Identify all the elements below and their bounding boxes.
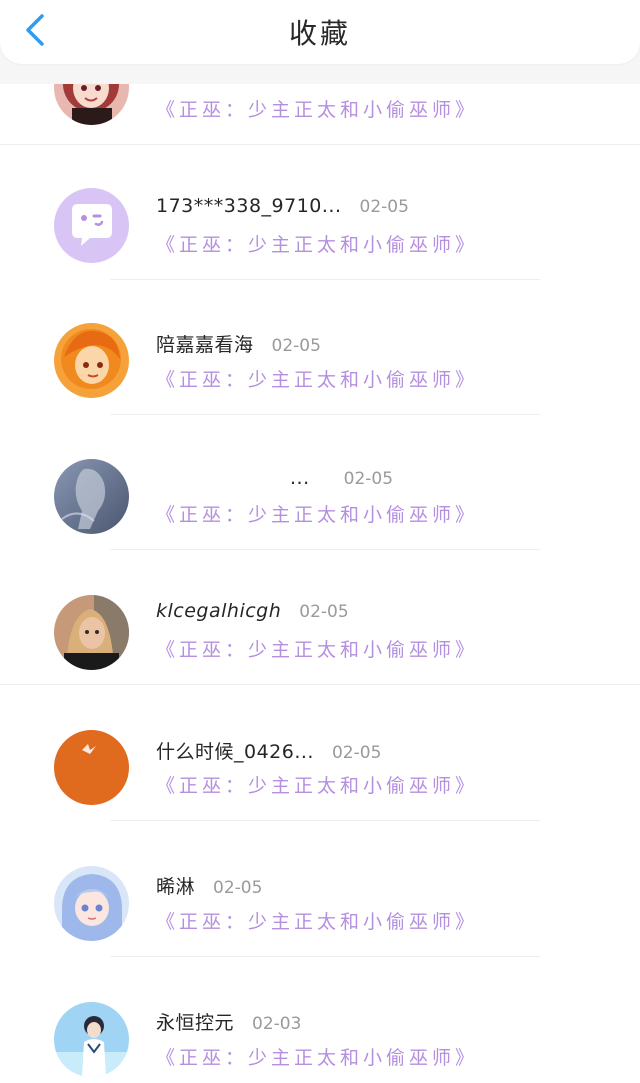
- list-item[interactable]: ... 02-05 《正巫：少主正太和小偷巫师》: [0, 415, 640, 550]
- avatar[interactable]: [54, 188, 129, 263]
- item-meta: 什么时候_0426... 02-05: [156, 737, 381, 764]
- user-name[interactable]: 173***338_9710...: [156, 195, 342, 217]
- avatar[interactable]: [54, 323, 129, 398]
- book-title-link[interactable]: 《正巫：少主正太和小偷巫师》: [156, 365, 478, 392]
- avatar[interactable]: [54, 1002, 129, 1077]
- divider: [0, 684, 640, 685]
- item-meta: ... 02-05: [290, 467, 393, 489]
- favorites-list: 《正巫：少主正太和小偷巫师》 173***338_9710... 02-05 《正…: [0, 0, 640, 1083]
- user-name[interactable]: 晞淋: [156, 876, 195, 898]
- book-title-link[interactable]: 《正巫：少主正太和小偷巫师》: [156, 95, 478, 122]
- user-name[interactable]: 永恒控元: [156, 1012, 234, 1034]
- header: 收藏: [0, 0, 640, 84]
- header-card: 收藏: [0, 0, 640, 64]
- list-item[interactable]: 173***338_9710... 02-05 《正巫：少主正太和小偷巫师》: [0, 145, 640, 280]
- date: 02-05: [343, 469, 394, 489]
- user-name[interactable]: ...: [290, 467, 310, 489]
- user-name[interactable]: klcegalhicgh: [156, 600, 281, 622]
- date: 02-05: [331, 743, 382, 763]
- list-item[interactable]: 陪嘉嘉看海 02-05 《正巫：少主正太和小偷巫师》: [0, 280, 640, 415]
- book-title-link[interactable]: 《正巫：少主正太和小偷巫师》: [156, 635, 478, 662]
- date: 02-05: [213, 878, 263, 898]
- book-title-link[interactable]: 《正巫：少主正太和小偷巫师》: [156, 1043, 478, 1070]
- list-item[interactable]: 永恒控元 02-03 《正巫：少主正太和小偷巫师》: [0, 958, 640, 1083]
- item-meta: 永恒控元 02-03: [156, 1008, 301, 1035]
- list-item[interactable]: klcegalhicgh 02-05 《正巫：少主正太和小偷巫师》: [0, 550, 640, 685]
- book-title-link[interactable]: 《正巫：少主正太和小偷巫师》: [156, 230, 478, 257]
- item-meta: 陪嘉嘉看海 02-05: [156, 330, 321, 357]
- date: 02-05: [359, 197, 409, 217]
- date: 02-05: [271, 336, 321, 356]
- avatar[interactable]: [54, 866, 129, 941]
- date: 02-05: [299, 602, 349, 622]
- favorites-page: 《正巫：少主正太和小偷巫师》 173***338_9710... 02-05 《正…: [0, 0, 640, 1083]
- page-title: 收藏: [288, 17, 351, 50]
- item-meta: klcegalhicgh 02-05: [156, 600, 349, 622]
- item-meta: 晞淋 02-05: [156, 872, 262, 899]
- divider: [110, 956, 540, 957]
- book-title-link[interactable]: 《正巫：少主正太和小偷巫师》: [156, 500, 478, 527]
- book-title-link[interactable]: 《正巫：少主正太和小偷巫师》: [156, 907, 478, 934]
- divider: [110, 820, 540, 821]
- date: 02-03: [252, 1014, 302, 1034]
- avatar[interactable]: [54, 730, 129, 805]
- user-name[interactable]: 什么时候_0426...: [156, 741, 314, 763]
- list-item[interactable]: 晞淋 02-05 《正巫：少主正太和小偷巫师》: [0, 822, 640, 957]
- avatar[interactable]: [54, 595, 129, 670]
- book-title-link[interactable]: 《正巫：少主正太和小偷巫师》: [156, 771, 478, 798]
- avatar[interactable]: [54, 459, 129, 534]
- user-name[interactable]: 陪嘉嘉看海: [156, 334, 254, 356]
- list-item[interactable]: 什么时候_0426... 02-05 《正巫：少主正太和小偷巫师》: [0, 686, 640, 821]
- item-meta: 173***338_9710... 02-05: [156, 195, 409, 217]
